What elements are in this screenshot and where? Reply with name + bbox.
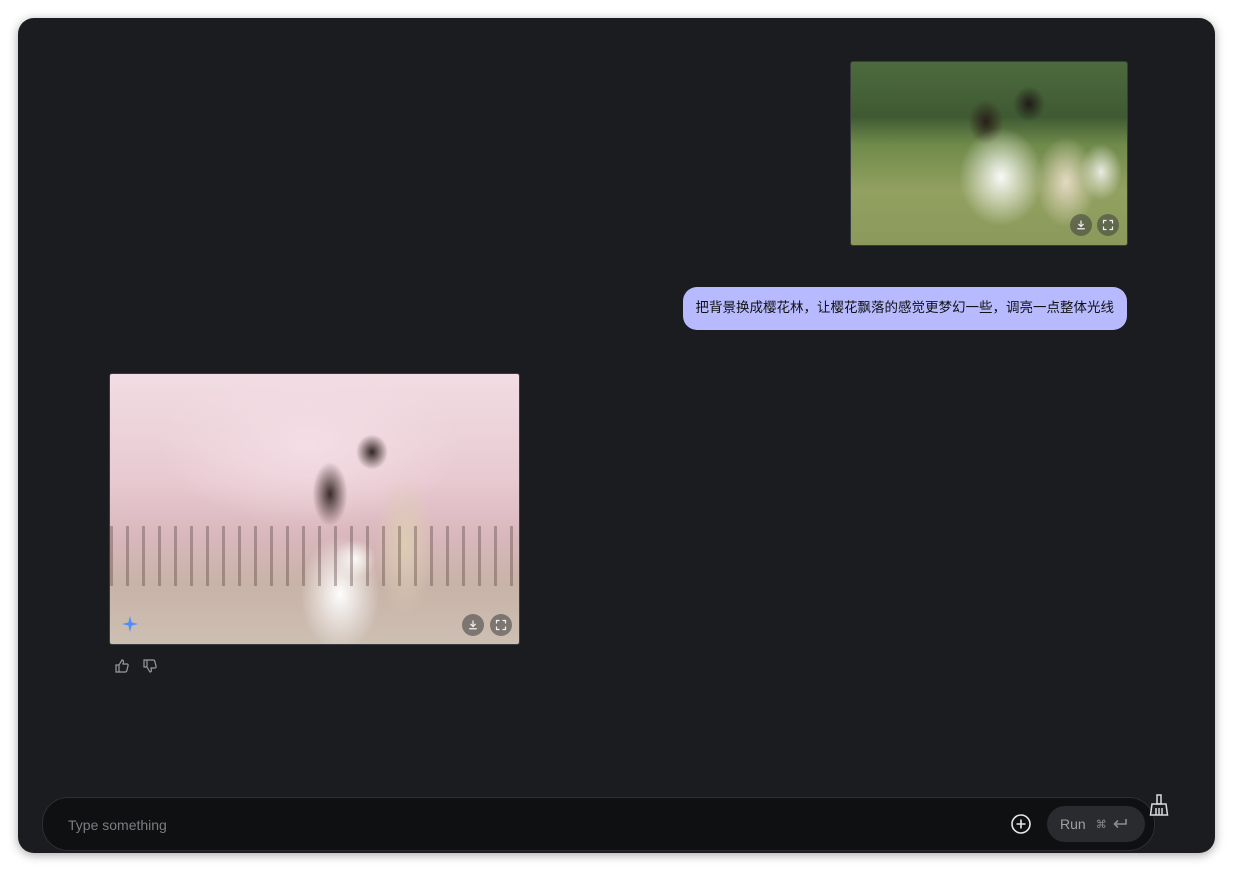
user-message-bubble: 把背景换成樱花林，让樱花飘落的感觉更梦幻一些，调亮一点整体光线 xyxy=(682,287,1127,330)
enter-key-icon xyxy=(1113,819,1127,829)
command-key: ⌘ xyxy=(1095,818,1107,831)
thumbs-down-icon[interactable] xyxy=(142,658,158,674)
chat-window: 把背景换成樱花林，让樱花飘落的感觉更梦幻一些，调亮一点整体光线 Run xyxy=(18,18,1215,853)
fullscreen-icon[interactable] xyxy=(490,614,512,636)
download-icon[interactable] xyxy=(462,614,484,636)
composer: Run ⌘ xyxy=(42,797,1155,851)
message-input[interactable] xyxy=(66,813,970,837)
broom-icon[interactable] xyxy=(1148,793,1170,817)
run-button[interactable]: Run ⌘ xyxy=(1047,806,1145,842)
plus-circle-icon[interactable] xyxy=(1010,813,1032,835)
run-shortcut: ⌘ xyxy=(1096,818,1128,831)
cherry-tree-trunks xyxy=(110,526,519,586)
run-label: Run xyxy=(1060,816,1086,832)
ai-generated-image[interactable] xyxy=(109,373,520,645)
thumbs-up-icon[interactable] xyxy=(114,658,130,674)
user-uploaded-image[interactable] xyxy=(850,61,1128,246)
feedback-actions xyxy=(114,658,158,674)
download-icon[interactable] xyxy=(1070,214,1092,236)
fullscreen-icon[interactable] xyxy=(1097,214,1119,236)
sparkle-icon xyxy=(122,616,138,632)
